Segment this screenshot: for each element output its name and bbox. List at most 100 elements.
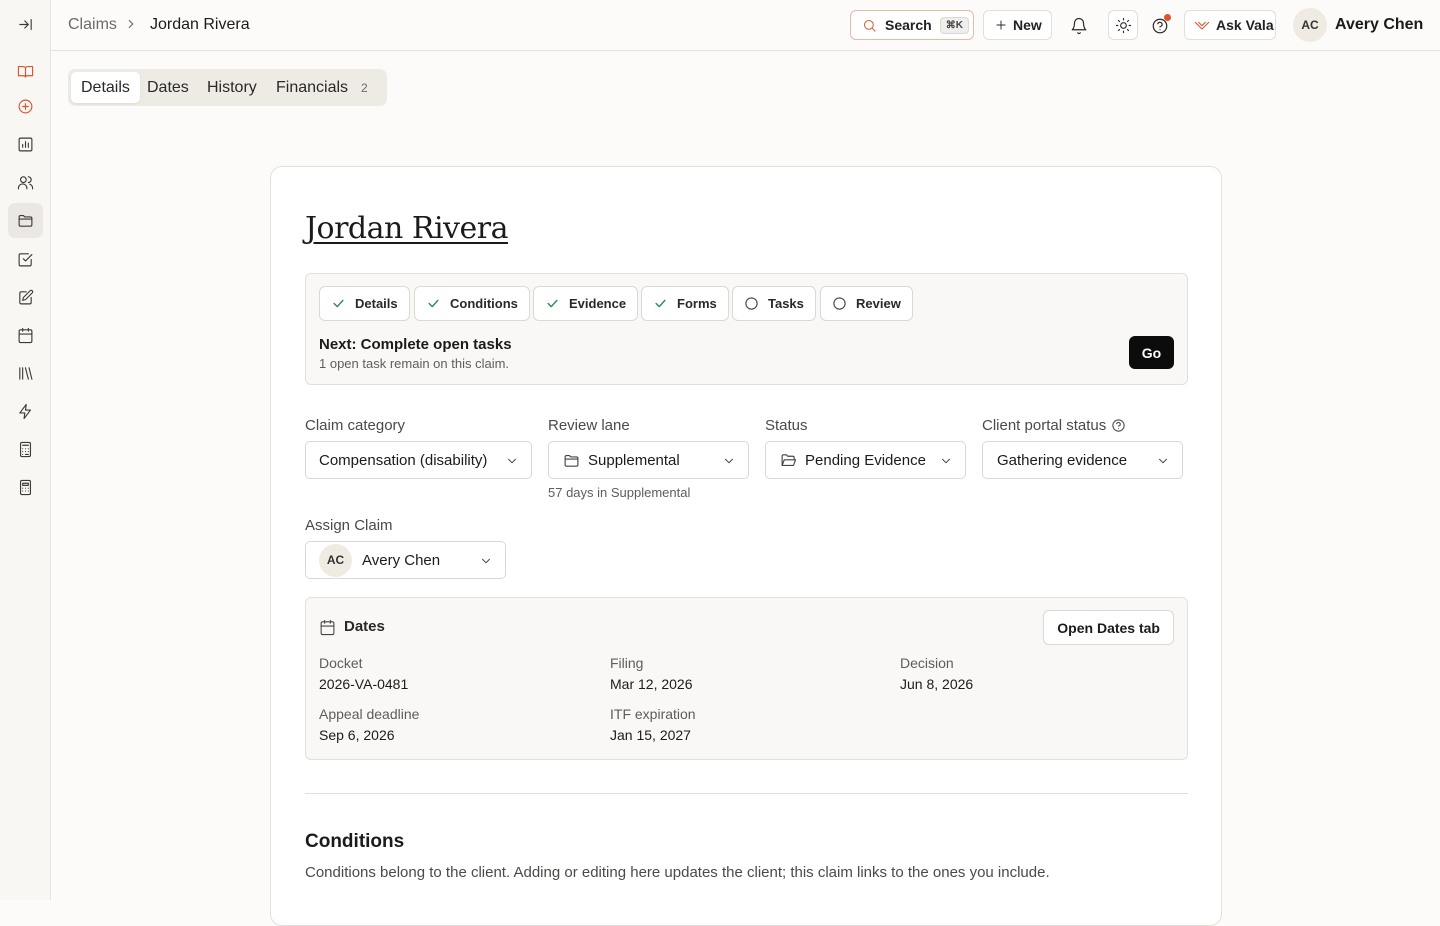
category-select[interactable]: Compensation (disability) (305, 441, 532, 479)
open-dates-tab-button[interactable]: Open Dates tab (1043, 610, 1174, 645)
sidebar (0, 0, 51, 900)
collapse-sidebar-button[interactable] (8, 7, 43, 42)
step-evidence[interactable]: Evidence (533, 286, 639, 321)
folder-open-icon (781, 453, 797, 466)
chevron-down-icon (482, 558, 490, 564)
theme-toggle-button[interactable] (1108, 10, 1138, 40)
step-label: Forms (677, 296, 717, 311)
lightning-icon (19, 403, 32, 420)
check-icon (333, 299, 344, 308)
tab-history[interactable]: History (197, 72, 267, 103)
user-name: Avery Chen (1335, 16, 1424, 33)
filing-label: Filing (610, 655, 644, 671)
category-label: Claim category (305, 417, 406, 434)
book-icon (17, 65, 34, 78)
portal-status-select[interactable]: Gathering evidence (982, 441, 1183, 479)
assign-value: Avery Chen (362, 551, 441, 569)
chart-icon (18, 137, 33, 152)
ask-vala-button[interactable]: Ask Vala (1184, 10, 1276, 40)
step-details[interactable]: Details (319, 286, 410, 321)
claim-progress: Details Conditions Evidence Forms Tasks … (305, 273, 1188, 385)
new-label: New (1013, 17, 1042, 33)
nav-calculator-alt[interactable] (8, 470, 43, 505)
tab-financials-label: Financials (276, 78, 349, 96)
step-forms[interactable]: Forms (641, 286, 729, 321)
step-review[interactable]: Review (820, 286, 913, 321)
checkbox-icon (18, 253, 33, 267)
top-bar: Claims Jordan Rivera Search ⌘K New Ask V… (51, 0, 1440, 51)
chevron-down-icon (725, 458, 733, 464)
dates-panel: Dates Open Dates tab Docket 2026-VA-0481… (305, 597, 1188, 760)
tab-financials[interactable]: Financials 2 (266, 72, 378, 103)
portal-status-value: Gathering evidence (997, 451, 1128, 469)
itf-expiration-label: ITF expiration (610, 706, 696, 722)
sun-icon (1115, 17, 1131, 33)
decision-value: Jun 8, 2026 (900, 676, 974, 692)
nav-clients[interactable] (8, 165, 43, 200)
search-label: Search (885, 17, 932, 33)
lane-days-note: 57 days in Supplemental (548, 485, 691, 500)
lane-select[interactable]: Supplemental (548, 441, 749, 479)
status-select[interactable]: Pending Evidence (765, 441, 966, 479)
portal-status-label-wrap: Client portal status (982, 417, 1126, 434)
notification-dot (1164, 14, 1171, 21)
go-button[interactable]: Go (1129, 336, 1174, 369)
assign-label: Assign Claim (305, 517, 393, 534)
calculator-alt-icon (19, 479, 32, 496)
search-shortcut: ⌘K (939, 16, 969, 34)
category-value: Compensation (disability) (319, 451, 488, 469)
status-value: Pending Evidence (805, 451, 926, 469)
search-button[interactable]: Search ⌘K (850, 10, 974, 40)
breadcrumb-current: Jordan Rivera (150, 16, 250, 33)
step-conditions[interactable]: Conditions (414, 286, 530, 321)
user-menu[interactable]: AC Avery Chen (1293, 8, 1423, 42)
docket-label: Docket (319, 655, 363, 671)
itf-expiration-value: Jan 15, 2027 (610, 727, 691, 743)
step-label: Details (355, 296, 398, 311)
chevron-down-icon (942, 458, 950, 464)
help-icon[interactable] (1111, 418, 1126, 433)
chevron-down-icon (1159, 458, 1167, 464)
client-name-link[interactable]: Jordan Rivera (305, 211, 509, 246)
nav-forms[interactable] (8, 280, 43, 315)
collapse-sidebar-icon (19, 18, 32, 31)
help-button[interactable] (1146, 12, 1174, 40)
search-icon (864, 19, 876, 32)
nav-claims[interactable] (8, 203, 43, 238)
new-button[interactable]: New (983, 10, 1052, 40)
step-label: Evidence (569, 296, 627, 311)
nav-calculator[interactable] (8, 432, 43, 467)
vala-logo-icon (1194, 21, 1210, 30)
calendar-icon (319, 619, 336, 641)
nav-reports[interactable] (8, 127, 43, 162)
filing-value: Mar 12, 2026 (610, 676, 693, 692)
notifications-button[interactable] (1065, 12, 1093, 40)
conditions-description: Conditions belong to the client. Adding … (305, 864, 1050, 881)
nav-automations[interactable] (8, 394, 43, 429)
edit-form-icon (19, 289, 34, 305)
nav-resources[interactable] (8, 54, 43, 89)
circle-icon (833, 297, 846, 310)
tab-details[interactable]: Details (71, 72, 140, 103)
nav-tasks[interactable] (8, 242, 43, 277)
step-label: Conditions (450, 296, 518, 311)
next-step-title: Next: Complete open tasks (319, 336, 512, 353)
plus-circle-icon (18, 99, 33, 114)
bell-icon (1071, 17, 1087, 35)
avatar: AC (1293, 8, 1327, 42)
decision-label: Decision (900, 655, 954, 671)
nav-create[interactable] (8, 89, 43, 124)
docket-value: 2026-VA-0481 (319, 676, 409, 692)
step-tasks[interactable]: Tasks (732, 286, 816, 321)
breadcrumb-claims[interactable]: Claims (68, 16, 117, 34)
step-label: Review (856, 296, 901, 311)
plus-icon (996, 20, 1006, 30)
lane-label: Review lane (548, 417, 630, 434)
conditions-title: Conditions (305, 831, 405, 852)
claim-card: Jordan Rivera Details Conditions Evidenc… (270, 166, 1222, 926)
nav-calendar[interactable] (8, 318, 43, 353)
tab-dates[interactable]: Dates (137, 72, 199, 103)
assign-select[interactable]: AC Avery Chen (305, 541, 506, 579)
calculator-icon (19, 441, 32, 458)
nav-library[interactable] (8, 356, 43, 391)
